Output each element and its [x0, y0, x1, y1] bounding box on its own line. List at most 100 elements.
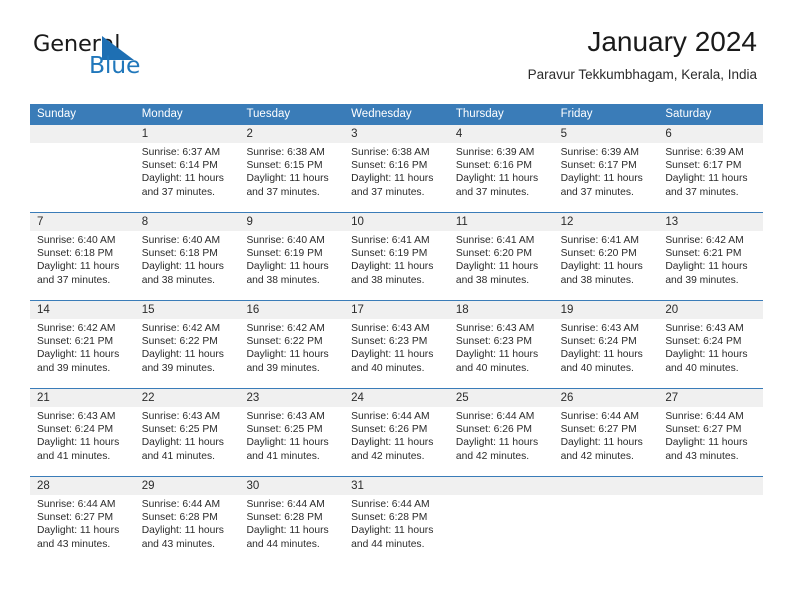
- sunset-text: Sunset: 6:26 PM: [455, 424, 533, 436]
- day-cell[interactable]: 29 Sunrise: 6:44 AM Sunset: 6:28 PM Dayl…: [134, 477, 240, 564]
- sunrise-text: Sunrise: 6:42 AM: [665, 235, 744, 246]
- day-cell[interactable]: 13 Sunrise: 6:42 AM Sunset: 6:21 PM Dayl…: [658, 213, 764, 300]
- sunset-text: Sunset: 6:22 PM: [141, 336, 218, 348]
- sunset-text: Sunset: 6:28 PM: [246, 512, 323, 524]
- day-cell[interactable]: 16 Sunrise: 6:42 AM Sunset: 6:22 PM Dayl…: [239, 301, 345, 388]
- daylight-text-line2: and 37 minutes.: [246, 186, 320, 198]
- day-cell[interactable]: 14 Sunrise: 6:42 AM Sunset: 6:21 PM Dayl…: [30, 301, 135, 388]
- day-details: Sunrise: 6:38 AM Sunset: 6:15 PM Dayligh…: [239, 143, 344, 199]
- sunrise-text: Sunrise: 6:40 AM: [246, 235, 325, 246]
- day-cell[interactable]: 3 Sunrise: 6:38 AM Sunset: 6:16 PM Dayli…: [344, 125, 449, 212]
- daylight-text-line2: and 44 minutes.: [351, 538, 425, 550]
- day-number: 2: [239, 125, 345, 143]
- sunset-text: Sunset: 6:15 PM: [246, 160, 323, 172]
- week-row: 21 Sunrise: 6:43 AM Sunset: 6:24 PM Dayl…: [30, 388, 764, 476]
- sunrise-text: Sunrise: 6:38 AM: [351, 147, 430, 158]
- day-cell[interactable]: 6 Sunrise: 6:39 AM Sunset: 6:17 PM Dayli…: [658, 125, 764, 212]
- day-cell[interactable]: 15 Sunrise: 6:42 AM Sunset: 6:22 PM Dayl…: [134, 301, 240, 388]
- day-cell[interactable]: 4 Sunrise: 6:39 AM Sunset: 6:16 PM Dayli…: [448, 125, 554, 212]
- sunset-text: Sunset: 6:24 PM: [560, 336, 637, 348]
- sunrise-text: Sunrise: 6:44 AM: [351, 499, 430, 510]
- day-cell[interactable]: [30, 125, 135, 212]
- day-cell[interactable]: [553, 477, 659, 564]
- day-details: Sunrise: 6:38 AM Sunset: 6:16 PM Dayligh…: [344, 143, 449, 199]
- week-row: 14 Sunrise: 6:42 AM Sunset: 6:21 PM Dayl…: [30, 300, 764, 388]
- day-cell[interactable]: 27 Sunrise: 6:44 AM Sunset: 6:27 PM Dayl…: [658, 389, 764, 476]
- day-cell[interactable]: 7 Sunrise: 6:40 AM Sunset: 6:18 PM Dayli…: [30, 213, 135, 300]
- day-cell[interactable]: 19 Sunrise: 6:43 AM Sunset: 6:24 PM Dayl…: [553, 301, 659, 388]
- daylight-text-line1: Daylight: 11 hours: [351, 261, 434, 273]
- daylight-text-line2: and 38 minutes.: [351, 274, 425, 286]
- day-cell[interactable]: 9 Sunrise: 6:40 AM Sunset: 6:19 PM Dayli…: [239, 213, 345, 300]
- day-number: 10: [344, 213, 449, 231]
- sunset-text: Sunset: 6:24 PM: [37, 424, 114, 436]
- day-details: [449, 495, 554, 498]
- daylight-text-line1: Daylight: 11 hours: [246, 349, 329, 361]
- day-details: Sunrise: 6:44 AM Sunset: 6:28 PM Dayligh…: [239, 495, 344, 551]
- day-cell[interactable]: [448, 477, 554, 564]
- day-number: 20: [658, 301, 764, 319]
- day-cell[interactable]: 31 Sunrise: 6:44 AM Sunset: 6:28 PM Dayl…: [344, 477, 449, 564]
- day-cell[interactable]: 18 Sunrise: 6:43 AM Sunset: 6:23 PM Dayl…: [448, 301, 554, 388]
- day-cell[interactable]: 21 Sunrise: 6:43 AM Sunset: 6:24 PM Dayl…: [30, 389, 135, 476]
- day-cell[interactable]: 8 Sunrise: 6:40 AM Sunset: 6:18 PM Dayli…: [134, 213, 240, 300]
- sunset-text: Sunset: 6:19 PM: [246, 248, 323, 260]
- daylight-text-line2: and 37 minutes.: [37, 274, 111, 286]
- general-blue-logo[interactable]: General Blue: [33, 33, 173, 85]
- day-cell[interactable]: 24 Sunrise: 6:44 AM Sunset: 6:26 PM Dayl…: [344, 389, 449, 476]
- daylight-text-line1: Daylight: 11 hours: [141, 437, 224, 449]
- day-details: Sunrise: 6:41 AM Sunset: 6:19 PM Dayligh…: [344, 231, 449, 287]
- sunrise-text: Sunrise: 6:39 AM: [455, 147, 535, 158]
- daylight-text-line1: Daylight: 11 hours: [37, 437, 120, 449]
- day-cell[interactable]: 22 Sunrise: 6:43 AM Sunset: 6:25 PM Dayl…: [134, 389, 240, 476]
- day-cell[interactable]: 2 Sunrise: 6:38 AM Sunset: 6:15 PM Dayli…: [239, 125, 345, 212]
- day-cell[interactable]: 5 Sunrise: 6:39 AM Sunset: 6:17 PM Dayli…: [553, 125, 659, 212]
- calendar-grid: Sunday Monday Tuesday Wednesday Thursday…: [30, 104, 764, 564]
- sunrise-text: Sunrise: 6:37 AM: [141, 147, 221, 158]
- day-cell[interactable]: 23 Sunrise: 6:43 AM Sunset: 6:25 PM Dayl…: [239, 389, 345, 476]
- day-cell[interactable]: 20 Sunrise: 6:43 AM Sunset: 6:24 PM Dayl…: [658, 301, 764, 388]
- sunrise-text: Sunrise: 6:43 AM: [246, 411, 325, 422]
- sunset-text: Sunset: 6:23 PM: [455, 336, 533, 348]
- daylight-text-line2: and 42 minutes.: [351, 450, 425, 462]
- day-details: Sunrise: 6:44 AM Sunset: 6:27 PM Dayligh…: [30, 495, 135, 551]
- day-cell[interactable]: 1 Sunrise: 6:37 AM Sunset: 6:14 PM Dayli…: [134, 125, 240, 212]
- day-cell[interactable]: 10 Sunrise: 6:41 AM Sunset: 6:19 PM Dayl…: [344, 213, 449, 300]
- day-cell[interactable]: 28 Sunrise: 6:44 AM Sunset: 6:27 PM Dayl…: [30, 477, 135, 564]
- page-header: General Blue January 2024 Paravur Tekkum…: [0, 0, 792, 103]
- daylight-text-line2: and 42 minutes.: [455, 450, 530, 462]
- daylight-text-line1: Daylight: 11 hours: [455, 261, 539, 273]
- day-number: 29: [134, 477, 240, 495]
- sunrise-text: Sunrise: 6:44 AM: [455, 411, 535, 422]
- day-number: 22: [134, 389, 240, 407]
- day-number: 17: [344, 301, 449, 319]
- day-cell[interactable]: 17 Sunrise: 6:43 AM Sunset: 6:23 PM Dayl…: [344, 301, 449, 388]
- day-number: 3: [344, 125, 449, 143]
- day-cell[interactable]: [658, 477, 764, 564]
- sunrise-text: Sunrise: 6:43 AM: [351, 323, 430, 334]
- weekday-header-monday: Monday: [141, 108, 183, 120]
- sunset-text: Sunset: 6:18 PM: [141, 248, 218, 260]
- weekday-header-tuesday: Tuesday: [246, 108, 291, 120]
- daylight-text-line1: Daylight: 11 hours: [351, 525, 434, 537]
- day-cell[interactable]: 11 Sunrise: 6:41 AM Sunset: 6:20 PM Dayl…: [448, 213, 554, 300]
- day-number: 30: [239, 477, 345, 495]
- day-cell[interactable]: 26 Sunrise: 6:44 AM Sunset: 6:27 PM Dayl…: [553, 389, 659, 476]
- sunset-text: Sunset: 6:27 PM: [665, 424, 742, 436]
- sunset-text: Sunset: 6:20 PM: [455, 248, 533, 260]
- sunrise-text: Sunrise: 6:43 AM: [37, 411, 116, 422]
- day-cell[interactable]: 25 Sunrise: 6:44 AM Sunset: 6:26 PM Dayl…: [448, 389, 554, 476]
- day-number: 12: [553, 213, 659, 231]
- daylight-text-line2: and 40 minutes.: [455, 362, 530, 374]
- weekday-header-friday: Friday: [560, 108, 593, 120]
- day-number: 31: [344, 477, 449, 495]
- day-cell[interactable]: 12 Sunrise: 6:41 AM Sunset: 6:20 PM Dayl…: [553, 213, 659, 300]
- daylight-text-line1: Daylight: 11 hours: [665, 173, 748, 185]
- sunset-text: Sunset: 6:16 PM: [455, 160, 533, 172]
- daylight-text-line1: Daylight: 11 hours: [37, 349, 120, 361]
- sunset-text: Sunset: 6:17 PM: [560, 160, 637, 172]
- sunset-text: Sunset: 6:22 PM: [246, 336, 323, 348]
- daylight-text-line2: and 44 minutes.: [246, 538, 320, 550]
- daylight-text-line2: and 43 minutes.: [665, 450, 739, 462]
- day-cell[interactable]: 30 Sunrise: 6:44 AM Sunset: 6:28 PM Dayl…: [239, 477, 345, 564]
